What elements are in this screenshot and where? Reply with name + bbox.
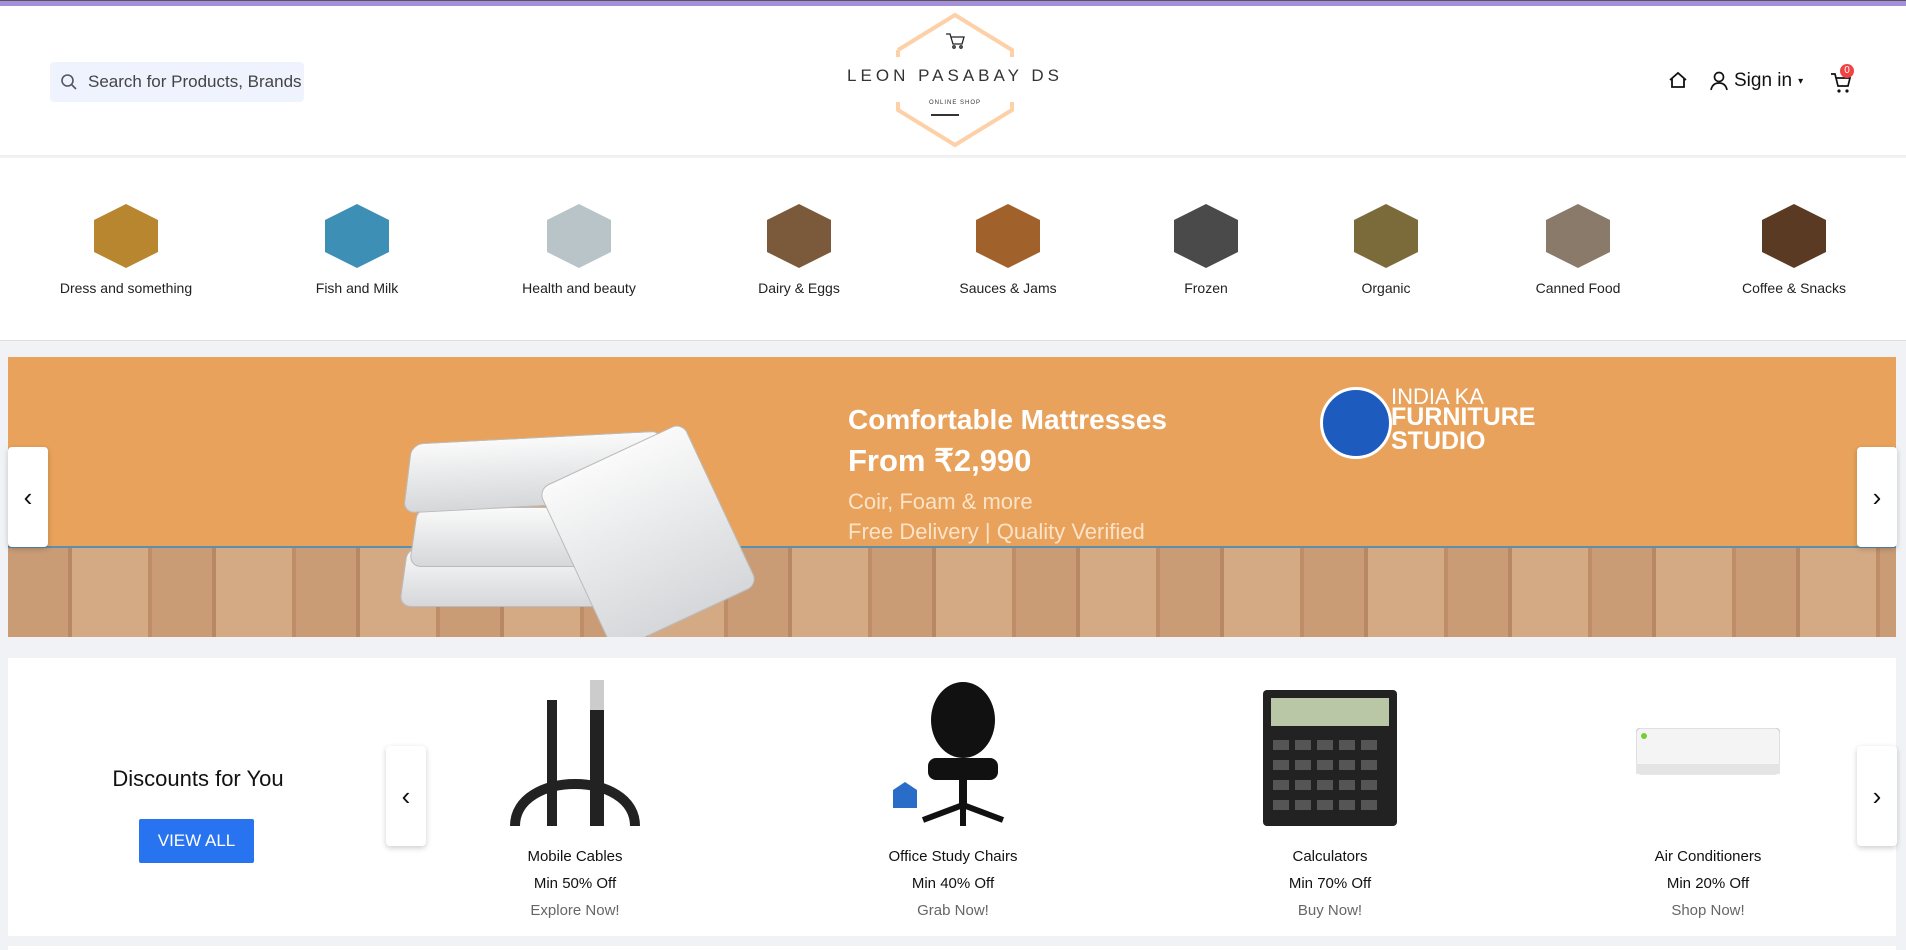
- discounts-section: Discounts for You VIEW ALL Mobile Cables…: [8, 658, 1896, 936]
- category-image: [1174, 204, 1238, 268]
- search-icon: [61, 74, 77, 90]
- product-offer: Min 40% Off: [911, 875, 995, 892]
- category-image: [94, 204, 158, 268]
- banner-line2: Free Delivery | Quality Verified: [848, 519, 1145, 544]
- logo-title: LEON PASABAY DS: [847, 66, 1063, 85]
- brand-main: FURNITURE STUDIO: [1391, 403, 1536, 455]
- home-icon[interactable]: [1668, 70, 1688, 90]
- category-item[interactable]: Fish and Milk: [257, 204, 457, 296]
- chevron-right-icon: ›: [1872, 780, 1882, 811]
- category-label: Sauces & Jams: [959, 280, 1057, 296]
- banner-next-button[interactable]: ›: [1857, 447, 1897, 547]
- brand-logo-icon: [1320, 387, 1392, 459]
- air-conditioner-image: [1578, 680, 1838, 826]
- category-item[interactable]: Organic: [1286, 204, 1486, 296]
- category-item[interactable]: Frozen: [1106, 204, 1306, 296]
- product-offer: Min 50% Off: [533, 875, 617, 892]
- category-label: Fish and Milk: [315, 280, 399, 296]
- chevron-left-icon: ‹: [23, 481, 33, 512]
- chevron-down-icon: ▾: [1798, 75, 1804, 87]
- view-all-button[interactable]: VIEW ALL: [139, 819, 254, 863]
- product-card[interactable]: Office Study Chairs Min 40% Off Grab Now…: [823, 680, 1083, 919]
- product-name: Calculators: [1292, 848, 1368, 865]
- product-name: Office Study Chairs: [888, 848, 1018, 865]
- chevron-left-icon: ‹: [401, 780, 411, 811]
- hero-banner[interactable]: Comfortable Mattresses From ₹2,990 Coir,…: [8, 357, 1896, 637]
- category-label: Organic: [1361, 280, 1411, 296]
- category-label: Dairy & Eggs: [758, 280, 840, 296]
- category-label: Frozen: [1184, 280, 1228, 296]
- category-image: [1354, 204, 1418, 268]
- next-section-edge: [8, 946, 1896, 950]
- banner-prev-button[interactable]: ‹: [8, 447, 48, 547]
- category-label: Canned Food: [1535, 280, 1621, 296]
- category-item[interactable]: Canned Food: [1478, 204, 1678, 296]
- product-cta[interactable]: Shop Now!: [1578, 902, 1838, 919]
- chair-image: [823, 680, 1083, 826]
- category-label: Health and beauty: [522, 280, 636, 296]
- category-label: Dress and something: [59, 280, 193, 296]
- discounts-title: Discounts for You: [112, 766, 284, 791]
- user-icon: [1710, 71, 1728, 91]
- category-image: [325, 204, 389, 268]
- product-offer: Min 20% Off: [1666, 875, 1750, 892]
- banner-headline: Comfortable Mattresses: [848, 404, 1167, 435]
- banner-line1: Coir, Foam & more: [848, 489, 1033, 514]
- logo-subtitle: ONLINE SHOP: [928, 100, 981, 106]
- category-item[interactable]: Dairy & Eggs: [699, 204, 899, 296]
- logo-underline: [931, 114, 959, 116]
- category-image: [767, 204, 831, 268]
- discounts-next-button[interactable]: ›: [1857, 746, 1897, 846]
- product-cta[interactable]: Explore Now!: [445, 902, 705, 919]
- category-image: [1546, 204, 1610, 268]
- category-bar: Dress and something Fish and Milk Health…: [0, 158, 1906, 341]
- product-card[interactable]: Mobile Cables Min 50% Off Explore Now!: [445, 680, 705, 919]
- product-name: Mobile Cables: [527, 848, 623, 865]
- category-label: Coffee & Snacks: [1741, 280, 1847, 296]
- product-card[interactable]: Air Conditioners Min 20% Off Shop Now!: [1578, 680, 1838, 919]
- product-cta[interactable]: Buy Now!: [1200, 902, 1460, 919]
- category-item[interactable]: Coffee & Snacks: [1694, 204, 1894, 296]
- category-image: [1762, 204, 1826, 268]
- search-placeholder: Search for Products, Brands: [88, 72, 302, 91]
- product-name: Air Conditioners: [1654, 848, 1762, 865]
- category-item[interactable]: Dress and something: [26, 204, 226, 296]
- banner-price: From ₹2,990: [848, 443, 1032, 478]
- banner-floor: [8, 546, 1896, 637]
- cable-image: [445, 680, 705, 826]
- cart-logo-icon: [946, 33, 965, 49]
- signin-label: Sign in: [1734, 70, 1793, 91]
- category-image: [976, 204, 1040, 268]
- category-item[interactable]: Health and beauty: [479, 204, 679, 296]
- calculator-image: [1200, 680, 1460, 826]
- product-offer: Min 70% Off: [1288, 875, 1372, 892]
- category-image: [547, 204, 611, 268]
- search-input[interactable]: Search for Products, Brands: [50, 62, 304, 102]
- category-item[interactable]: Sauces & Jams: [908, 204, 1108, 296]
- discounts-prev-button[interactable]: ‹: [386, 746, 426, 846]
- cart-count-badge: 0: [1840, 64, 1854, 78]
- product-cta[interactable]: Grab Now!: [823, 902, 1083, 919]
- signin-button[interactable]: Sign in ▾: [1710, 70, 1803, 92]
- chevron-right-icon: ›: [1872, 481, 1882, 512]
- product-card[interactable]: Calculators Min 70% Off Buy Now!: [1200, 680, 1460, 919]
